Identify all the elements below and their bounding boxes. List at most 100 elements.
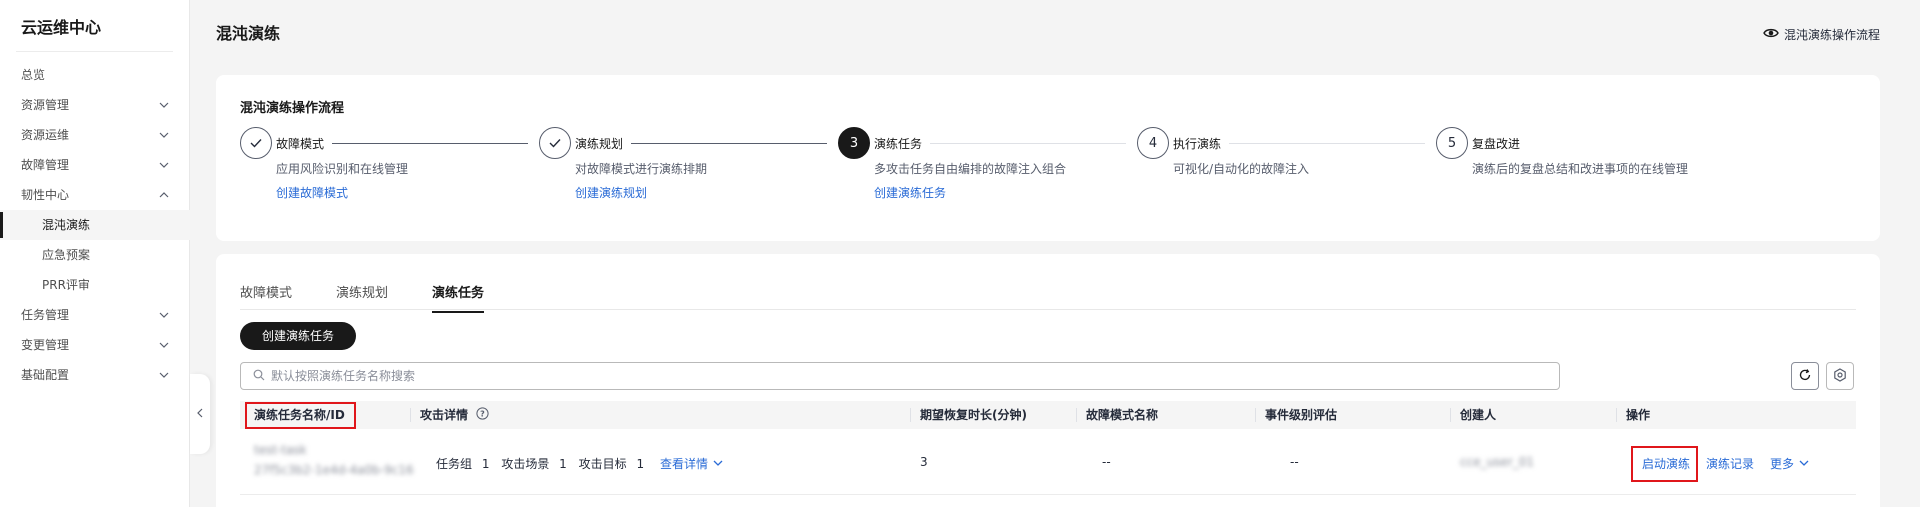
- column-header-attack-detail: 攻击详情 ?: [410, 401, 489, 430]
- sidebar-item-change-management[interactable]: 变更管理: [0, 330, 190, 360]
- flow-step-connector: [332, 143, 528, 144]
- search-input[interactable]: [271, 369, 1471, 383]
- chevron-down-icon: [158, 300, 170, 330]
- task-name[interactable]: test-task: [254, 443, 307, 457]
- step-number-5: 5: [1436, 127, 1468, 159]
- tab-fault-mode[interactable]: 故障模式: [240, 282, 292, 311]
- recovery-time-value: 3: [920, 455, 928, 469]
- flow-step-1: 故障模式 应用风险识别和在线管理 创建故障模式: [240, 127, 540, 217]
- tab-drill-task[interactable]: 演练任务: [432, 282, 485, 313]
- search-box[interactable]: [240, 362, 1560, 390]
- sidebar-item-resource-ops[interactable]: 资源运维: [0, 120, 190, 150]
- highlight-box-start-drill: [1631, 446, 1698, 482]
- attack-detail-summary: 任务组 1 攻击场景 1 攻击目标 1 查看详情: [436, 455, 724, 472]
- eye-icon: [1763, 27, 1779, 42]
- flow-step-desc: 可视化/自动化的故障注入: [1173, 162, 1310, 176]
- flow-step-4: 4 执行演练 可视化/自动化的故障注入: [1137, 127, 1437, 217]
- sidebar-item-label: 变更管理: [21, 338, 70, 352]
- flow-step-5: 5 复盘改进 演练后的复盘总结和改进事项的在线管理: [1436, 127, 1736, 217]
- sidebar-item-label: 任务管理: [21, 308, 70, 322]
- tab-bar: 故障模式 演练规划 演练任务: [240, 270, 1856, 313]
- sidebar-item-label: 应急预案: [42, 248, 91, 262]
- sidebar-item-chaos-drill[interactable]: 混沌演练: [0, 210, 190, 240]
- create-drill-plan-link[interactable]: 创建演练规划: [575, 184, 647, 201]
- create-drill-task-link[interactable]: 创建演练任务: [874, 184, 946, 201]
- sidebar-collapse-handle[interactable]: [190, 374, 210, 454]
- column-header-label: 事件级别评估: [1265, 408, 1338, 422]
- flow-step-connector: [631, 143, 827, 144]
- create-drill-task-button[interactable]: 创建演练任务: [240, 322, 357, 350]
- sidebar-item-label: 故障管理: [21, 158, 70, 172]
- sidebar-nav: 总览 资源管理 资源运维 故障管理 韧性中心 混沌演练 应急预案 PRR评审 任…: [0, 60, 190, 390]
- tab-drill-plan[interactable]: 演练规划: [336, 282, 388, 311]
- flow-step-desc: 应用风险识别和在线管理: [276, 162, 409, 176]
- settings-button[interactable]: [1826, 362, 1854, 390]
- flow-step-3: 3 演练任务 多攻击任务自由编排的故障注入组合 创建演练任务: [838, 127, 1138, 217]
- flow-step-title: 演练任务: [874, 137, 923, 151]
- sidebar-item-fault-management[interactable]: 故障管理: [0, 150, 190, 180]
- sidebar-item-label: 资源运维: [21, 128, 70, 142]
- drill-task-table: 演练任务名称/ID 攻击详情 ? 期望恢复时长(分钟) 故障模式名称 事件级别评…: [240, 401, 1856, 495]
- view-details-link[interactable]: 查看详情: [660, 457, 724, 471]
- table-row: test-task 27f5c3b2-1e4d-4a0b-9c16 任务组 1 …: [240, 429, 1856, 495]
- sidebar-item-label: 韧性中心: [21, 188, 70, 202]
- refresh-icon: [1798, 368, 1812, 385]
- table-header: 演练任务名称/ID 攻击详情 ? 期望恢复时长(分钟) 故障模式名称 事件级别评…: [240, 401, 1856, 429]
- flow-step-desc: 对故障模式进行演练排期: [575, 162, 708, 176]
- sidebar-item-label: PRR评审: [42, 278, 90, 292]
- highlight-box-task-name-column: [245, 402, 356, 429]
- task-id: 27f5c3b2-1e4d-4a0b-9c16: [254, 463, 414, 477]
- check-icon: [240, 127, 272, 159]
- sidebar-item-resource-management[interactable]: 资源管理: [0, 90, 190, 120]
- sidebar-item-task-management[interactable]: 任务管理: [0, 300, 190, 330]
- sidebar-item-label: 总览: [21, 68, 46, 82]
- chevron-down-icon: [158, 90, 170, 120]
- fault-mode-value: --: [1102, 455, 1111, 469]
- drill-record-link[interactable]: 演练记录: [1706, 455, 1754, 472]
- sidebar-item-label: 资源管理: [21, 98, 70, 112]
- step-number-3: 3: [838, 127, 870, 159]
- gear-icon: [1833, 367, 1847, 385]
- sidebar-item-resilience-center[interactable]: 韧性中心: [0, 180, 190, 210]
- refresh-button[interactable]: [1791, 362, 1819, 390]
- sidebar-item-label: 混沌演练: [42, 218, 91, 232]
- attack-groups-label: 任务组: [436, 457, 473, 471]
- sidebar-item-emergency-plan[interactable]: 应急预案: [0, 240, 190, 270]
- attack-targets-count: 1: [636, 457, 645, 471]
- column-header-label: 攻击详情: [420, 408, 469, 422]
- sidebar-item-basic-config[interactable]: 基础配置: [0, 360, 190, 390]
- view-flow-label: 混沌演练操作流程: [1783, 28, 1880, 42]
- chevron-down-icon: [1798, 457, 1810, 471]
- column-header-creator: 创建人: [1450, 401, 1497, 429]
- flow-step-2: 演练规划 对故障模式进行演练排期 创建演练规划: [539, 127, 839, 217]
- column-header-label: 创建人: [1460, 408, 1497, 422]
- sidebar-item-prr-review[interactable]: PRR评审: [0, 270, 190, 300]
- create-fault-mode-link[interactable]: 创建故障模式: [276, 184, 348, 201]
- help-icon[interactable]: ?: [476, 402, 489, 430]
- chevron-down-icon: [158, 150, 170, 180]
- attack-scenes-label: 攻击场景: [501, 457, 550, 471]
- flow-step-connector: [1229, 143, 1425, 144]
- column-header-label: 故障模式名称: [1086, 408, 1159, 422]
- view-flow-link[interactable]: 混沌演练操作流程: [1763, 26, 1880, 43]
- flow-step-title: 复盘改进: [1472, 137, 1521, 151]
- sidebar-item-overview[interactable]: 总览: [0, 60, 190, 90]
- column-header-event-level: 事件级别评估: [1255, 401, 1338, 429]
- attack-scenes-count: 1: [559, 457, 567, 471]
- column-header-recovery-time: 期望恢复时长(分钟): [910, 401, 1027, 429]
- sidebar-item-label: 基础配置: [21, 368, 70, 382]
- chevron-left-icon: [195, 407, 205, 422]
- more-actions-dropdown[interactable]: 更多: [1770, 455, 1810, 472]
- page-title: 混沌演练: [216, 24, 281, 43]
- column-header-label: 操作: [1626, 408, 1651, 422]
- chevron-down-icon: [158, 330, 170, 360]
- search-icon: [253, 369, 265, 384]
- flow-step-title: 执行演练: [1173, 137, 1222, 151]
- chevron-down-icon: [158, 120, 170, 150]
- column-header-label: 期望恢复时长(分钟): [920, 408, 1027, 422]
- creator-value: cce_user_01: [1460, 455, 1535, 469]
- flow-step-desc: 演练后的复盘总结和改进事项的在线管理: [1472, 162, 1689, 176]
- check-icon: [539, 127, 571, 159]
- more-actions-label: 更多: [1770, 457, 1795, 471]
- sidebar: 云运维中心 总览 资源管理 资源运维 故障管理 韧性中心 混沌演练 应急预案 P…: [0, 0, 190, 507]
